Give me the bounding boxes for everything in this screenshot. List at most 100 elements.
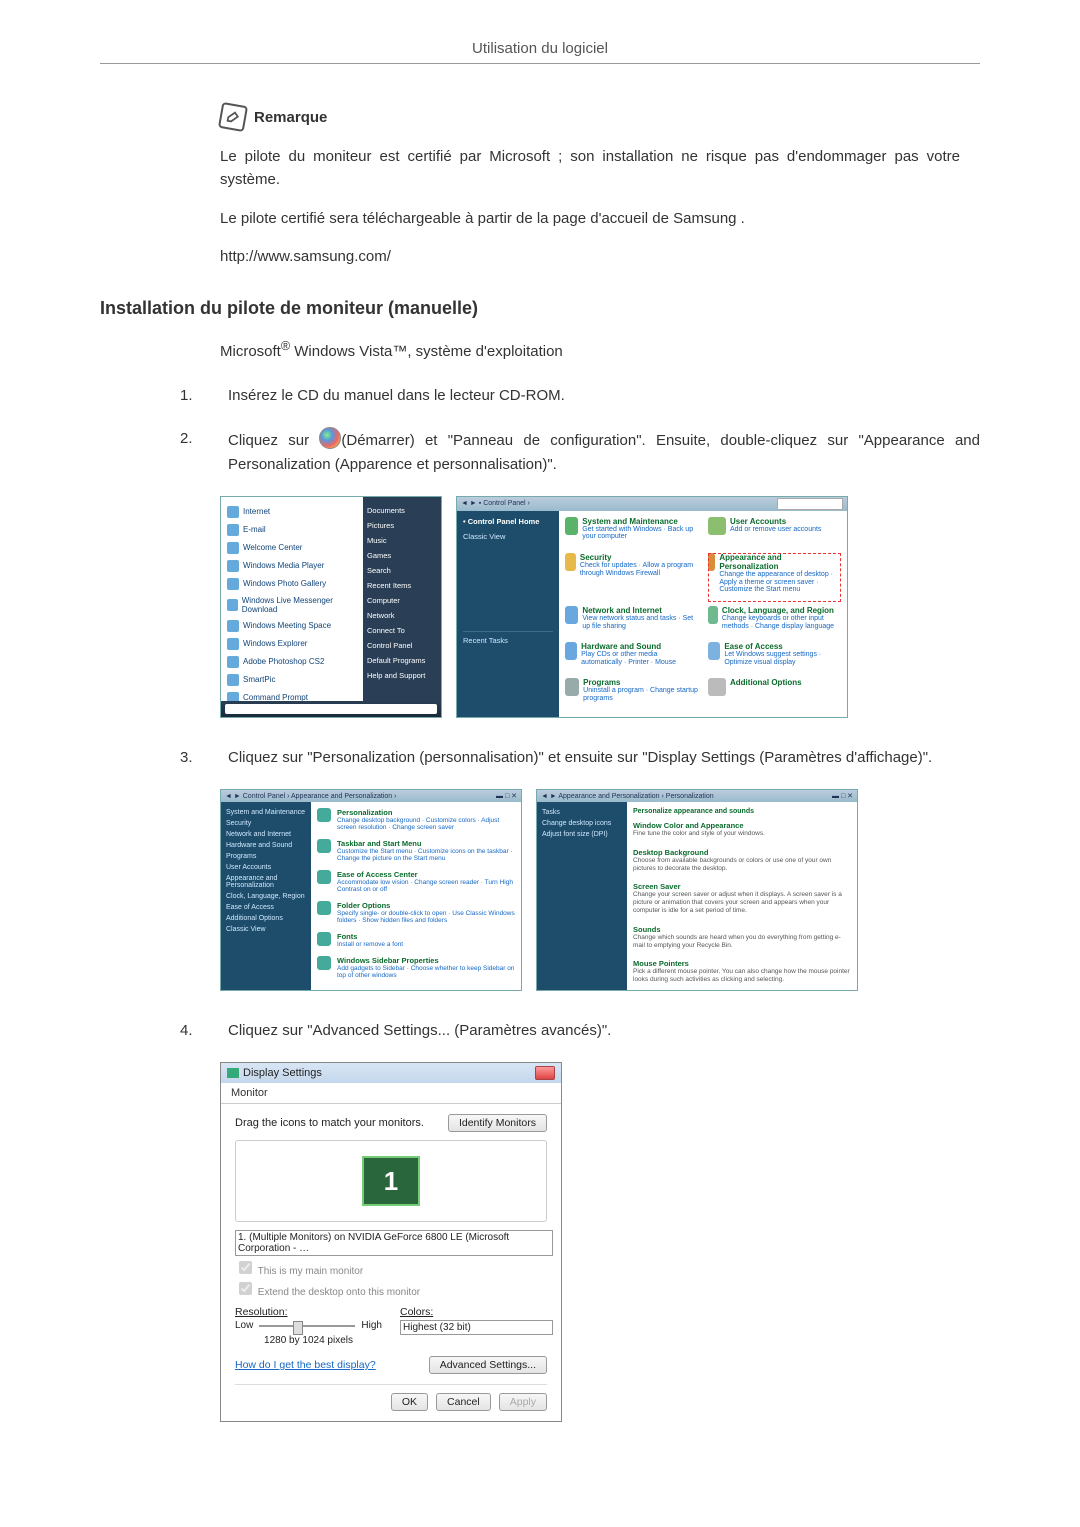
resolution-label: Resolution:: [235, 1306, 382, 1318]
sidebar-item[interactable]: Network and Internet: [226, 829, 306, 840]
appearance-category[interactable]: Folder OptionsSpecify single- or double-…: [317, 901, 515, 924]
appearance-category[interactable]: Windows Sidebar PropertiesAdd gadgets to…: [317, 956, 515, 979]
step-2-number: 2.: [180, 427, 204, 476]
sidebar-item[interactable]: Clock, Language, Region: [226, 891, 306, 902]
appearance-category[interactable]: Taskbar and Start MenuCustomize the Star…: [317, 839, 515, 862]
control-panel-category[interactable]: User AccountsAdd or remove user accounts: [708, 517, 841, 549]
monitor-dropdown[interactable]: 1. (Multiple Monitors) on NVIDIA GeForce…: [235, 1230, 553, 1256]
start-rightcol-item[interactable]: Music: [367, 533, 437, 548]
personalization-item[interactable]: SoundsChange which sounds are heard when…: [633, 925, 851, 950]
sidebar-item[interactable]: Change desktop icons: [542, 818, 622, 829]
sidebar-item[interactable]: Adjust font size (DPI): [542, 829, 622, 840]
start-search-input[interactable]: [225, 704, 437, 714]
extend-desktop-checkbox: Extend the desktop onto this monitor: [235, 1279, 547, 1298]
start-rightcol-item[interactable]: Help and Support: [367, 668, 437, 683]
colors-dropdown[interactable]: Highest (32 bit): [400, 1320, 553, 1335]
control-panel-category[interactable]: Clock, Language, and RegionChange keyboa…: [708, 606, 841, 638]
control-panel-category[interactable]: Ease of AccessLet Windows suggest settin…: [708, 642, 841, 674]
control-panel-category[interactable]: Additional Options: [708, 678, 841, 710]
screenshot-1: InternetE-mailWelcome CenterWindows Medi…: [220, 496, 980, 718]
cp-search-input[interactable]: [777, 498, 843, 510]
sidebar-item[interactable]: User Accounts: [226, 862, 306, 873]
monitor-tab[interactable]: Monitor: [221, 1083, 561, 1104]
resolution-slider[interactable]: Low High: [235, 1320, 382, 1331]
start-menu-item[interactable]: Windows Live Messenger Download: [227, 593, 357, 617]
start-rightcol-item[interactable]: Pictures: [367, 518, 437, 533]
start-menu-item[interactable]: Welcome Center: [227, 539, 357, 557]
sidebar-item[interactable]: System and Maintenance: [226, 807, 306, 818]
start-menu-item[interactable]: Windows Media Player: [227, 557, 357, 575]
subtitle: Microsoft® Windows Vista™, système d'exp…: [220, 339, 980, 360]
step-3: 3. Cliquez sur "Personalization (personn…: [180, 746, 980, 769]
note-url: http://www.samsung.com/: [220, 245, 960, 268]
control-panel-category[interactable]: Hardware and SoundPlay CDs or other medi…: [565, 642, 698, 674]
start-rightcol-item[interactable]: Control Panel: [367, 638, 437, 653]
step-1-text: Insérez le CD du manuel dans le lecteur …: [228, 384, 980, 407]
cancel-button[interactable]: Cancel: [436, 1393, 491, 1411]
note-title-row: Remarque: [220, 104, 960, 130]
start-rightcol-item[interactable]: Computer: [367, 593, 437, 608]
personalization-item[interactable]: Mouse PointersPick a different mouse poi…: [633, 959, 851, 984]
sidebar-item[interactable]: Appearance and Personalization: [226, 873, 306, 891]
sidebar-item[interactable]: Additional Options: [226, 913, 306, 924]
screenshot-2: ◄ ► Control Panel › Appearance and Perso…: [220, 789, 980, 991]
sidebar-item[interactable]: Hardware and Sound: [226, 840, 306, 851]
step-2-text: Cliquez sur (Démarrer) et "Panneau de co…: [228, 427, 980, 476]
note-icon: [218, 102, 248, 132]
personalization-item[interactable]: Screen SaverChange your screen saver or …: [633, 882, 851, 914]
start-rightcol-item[interactable]: Search: [367, 563, 437, 578]
start-orb-icon: [319, 427, 341, 449]
start-rightcol-item[interactable]: Network: [367, 608, 437, 623]
ok-button[interactable]: OK: [391, 1393, 428, 1411]
screenshot-3: Display Settings Monitor Drag the icons …: [220, 1062, 980, 1422]
step-3-text: Cliquez sur "Personalization (personnali…: [228, 746, 980, 769]
control-panel-category[interactable]: Appearance and PersonalizationChange the…: [708, 553, 841, 602]
appearance-category[interactable]: FontsInstall or remove a font: [317, 932, 515, 948]
control-panel-category[interactable]: System and MaintenanceGet started with W…: [565, 517, 698, 549]
step-1-number: 1.: [180, 384, 204, 407]
sidebar-item[interactable]: Ease of Access: [226, 902, 306, 913]
monitor-preview[interactable]: 1: [235, 1140, 547, 1222]
note-paragraph-2: Le pilote certifié sera téléchargeable à…: [220, 207, 960, 230]
appearance-category[interactable]: PersonalizationChange desktop background…: [317, 808, 515, 831]
personalization-item[interactable]: Window Color and AppearanceFine tune the…: [633, 821, 851, 838]
close-icon[interactable]: [535, 1066, 555, 1080]
sidebar-item[interactable]: Security: [226, 818, 306, 829]
start-menu-item[interactable]: Adobe Photoshop CS2: [227, 653, 357, 671]
start-menu-item[interactable]: E-mail: [227, 521, 357, 539]
start-rightcol-item[interactable]: Documents: [367, 503, 437, 518]
start-rightcol-item[interactable]: Games: [367, 548, 437, 563]
start-menu-item[interactable]: Internet: [227, 503, 357, 521]
appearance-category[interactable]: Ease of Access CenterAccommodate low vis…: [317, 870, 515, 893]
start-menu-item[interactable]: SmartPic: [227, 671, 357, 689]
step-4-text: Cliquez sur "Advanced Settings... (Param…: [228, 1019, 980, 1042]
display-settings-dialog: Display Settings Monitor Drag the icons …: [220, 1062, 562, 1422]
identify-monitors-button[interactable]: Identify Monitors: [448, 1114, 547, 1132]
sidebar-item[interactable]: Tasks: [542, 807, 622, 818]
step-3-number: 3.: [180, 746, 204, 769]
start-menu-item[interactable]: Windows Explorer: [227, 635, 357, 653]
note-block: Remarque Le pilote du moniteur est certi…: [220, 104, 960, 268]
colors-label: Colors:: [400, 1306, 547, 1318]
start-rightcol-item[interactable]: Connect To: [367, 623, 437, 638]
personalization-window: ◄ ► Appearance and Personalization › Per…: [536, 789, 858, 991]
control-panel-category[interactable]: ProgramsUninstall a program · Change sta…: [565, 678, 698, 710]
resolution-value: 1280 by 1024 pixels: [235, 1335, 382, 1346]
control-panel-category[interactable]: Network and InternetView network status …: [565, 606, 698, 638]
dialog-title: Display Settings: [243, 1067, 322, 1079]
help-link[interactable]: How do I get the best display?: [235, 1359, 376, 1371]
control-panel-category[interactable]: SecurityCheck for updates · Allow a prog…: [565, 553, 698, 602]
step-4: 4. Cliquez sur "Advanced Settings... (Pa…: [180, 1019, 980, 1042]
start-menu-item[interactable]: Windows Meeting Space: [227, 617, 357, 635]
start-menu-item[interactable]: Windows Photo Gallery: [227, 575, 357, 593]
main-monitor-checkbox: This is my main monitor: [235, 1258, 547, 1277]
start-rightcol-item[interactable]: Recent Items: [367, 578, 437, 593]
personalization-item[interactable]: Desktop BackgroundChoose from available …: [633, 848, 851, 873]
monitor-1-icon[interactable]: 1: [362, 1156, 420, 1206]
step-2: 2. Cliquez sur (Démarrer) et "Panneau de…: [180, 427, 980, 476]
advanced-settings-button[interactable]: Advanced Settings...: [429, 1356, 547, 1374]
sidebar-item[interactable]: Classic View: [226, 924, 306, 935]
step-4-number: 4.: [180, 1019, 204, 1042]
start-rightcol-item[interactable]: Default Programs: [367, 653, 437, 668]
sidebar-item[interactable]: Programs: [226, 851, 306, 862]
